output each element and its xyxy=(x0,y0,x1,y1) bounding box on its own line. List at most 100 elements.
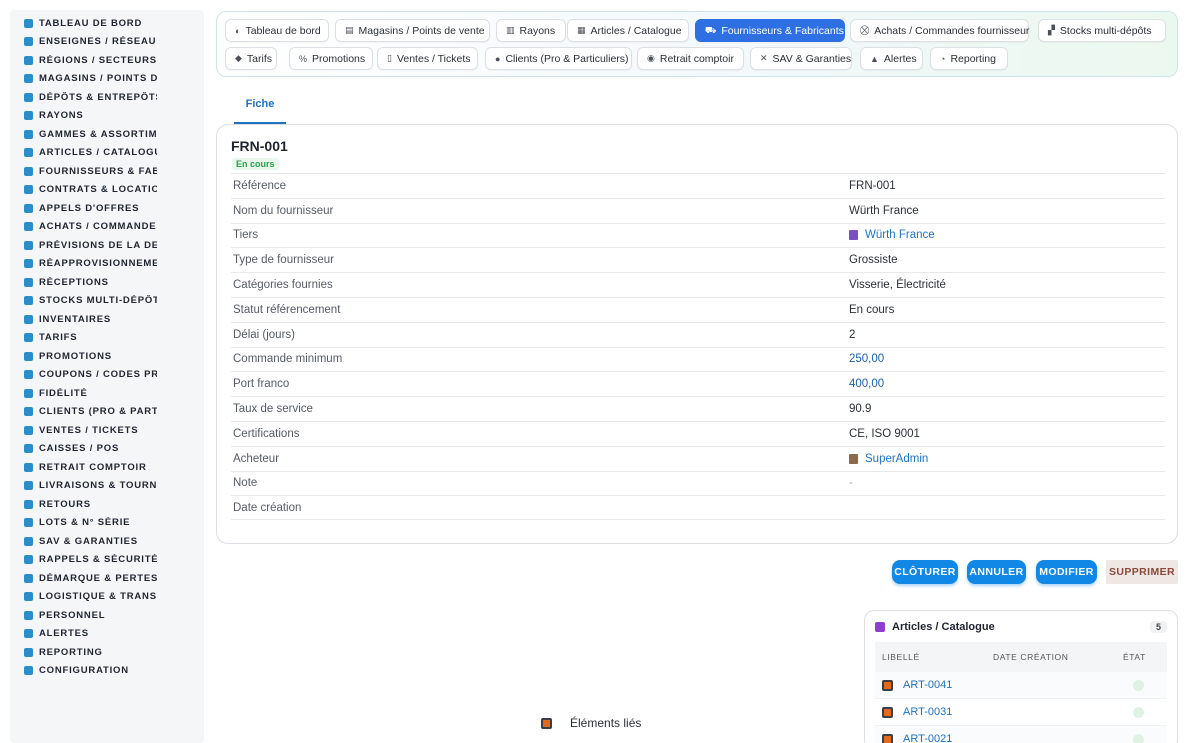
tab-label: Achats / Commandes fournisseur xyxy=(874,24,1030,37)
tab-label: Tableau de bord xyxy=(245,24,321,37)
column-header-etat[interactable]: État xyxy=(1123,652,1167,662)
refresh-icon xyxy=(24,259,33,269)
sidebar-item[interactable]: RÉAPPROVISIONNEMENT xyxy=(10,255,204,274)
sidebar-item[interactable]: CONFIGURATION xyxy=(10,662,204,681)
sidebar-item[interactable]: LIVRAISONS & TOURNÉES xyxy=(10,477,204,496)
receipt-icon xyxy=(24,425,33,435)
table-row[interactable]: ART-0031 xyxy=(875,699,1167,726)
column-header-date[interactable]: Date création xyxy=(993,652,1123,662)
field-label: Date création xyxy=(233,501,302,514)
table-row[interactable]: ART-0021 xyxy=(875,726,1167,743)
sidebar-item[interactable]: APPELS D'OFFRES xyxy=(10,199,204,218)
sidebar-item[interactable]: FIDÉLITÉ xyxy=(10,384,204,403)
sidebar-item[interactable]: TABLEAU DE BORD xyxy=(10,14,204,33)
field-row: Statut référencement En cours xyxy=(231,296,1165,322)
edit-button[interactable]: MODIFIER xyxy=(1036,560,1097,584)
sidebar-item[interactable]: LOTS & N° SÉRIE xyxy=(10,514,204,533)
sidebar-item[interactable]: COUPONS / CODES PROMO xyxy=(10,366,204,385)
sidebar-item[interactable]: LOGISTIQUE & TRANSPORT xyxy=(10,588,204,607)
sidebar-item-label: RAYONS xyxy=(39,110,84,122)
tools-icon xyxy=(24,536,33,546)
module-tab[interactable]: ⛒ Achats / Commandes fournisseur xyxy=(850,19,1029,42)
module-tab[interactable]: ⛟ Fournisseurs & Fabricants xyxy=(695,19,845,42)
car-icon xyxy=(24,462,33,472)
sidebar-item[interactable]: STOCKS MULTI-DÉPÔTS xyxy=(10,292,204,311)
module-tab[interactable]: ◆ Tarifs xyxy=(225,47,277,70)
sidebar-item-label: LIVRAISONS & TOURNÉES xyxy=(39,480,157,492)
module-tab[interactable]: ◐ Tableau de bord xyxy=(225,19,329,42)
field-label: Statut référencement xyxy=(233,303,341,316)
sidebar-item[interactable]: ENSEIGNES / RÉSEAU xyxy=(10,33,204,52)
field-value[interactable]: Würth France xyxy=(849,229,935,241)
module-tab[interactable]: ▯ Ventes / Tickets xyxy=(377,47,478,70)
field-label: Certifications xyxy=(233,427,300,440)
tab-icon: ✕ xyxy=(760,53,768,63)
sidebar-item[interactable]: RÉGIONS / SECTEURS xyxy=(10,51,204,70)
tab-icon: ● xyxy=(495,53,501,64)
module-tab[interactable]: % Promotions xyxy=(289,47,373,70)
module-tab[interactable]: ▦ Articles / Catalogue xyxy=(567,19,689,42)
module-tab[interactable]: ▤ Magasins / Points de vente xyxy=(335,19,490,42)
close-button[interactable]: CLÔTURER xyxy=(892,560,958,584)
table-row[interactable]: ART-0041 xyxy=(875,672,1167,699)
sidebar-item[interactable]: FOURNISSEURS & FABRICANTS xyxy=(10,162,204,181)
sidebar-item[interactable]: REPORTING xyxy=(10,643,204,662)
sidebar-item[interactable]: ARTICLES / CATALOGUE xyxy=(10,144,204,163)
sidebar-item-label: ENSEIGNES / RÉSEAU xyxy=(39,36,157,48)
sidebar-item[interactable]: RÉCEPTIONS xyxy=(10,273,204,292)
module-tab[interactable]: ● Clients (Pro & Particuliers) xyxy=(485,47,632,70)
status-dot xyxy=(1133,733,1144,743)
sidebar-item[interactable]: DÉMARQUE & PERTES xyxy=(10,569,204,588)
sidebar-item[interactable]: RAYONS xyxy=(10,107,204,126)
sidebar-item[interactable]: PERSONNEL xyxy=(10,606,204,625)
tab-icon: ▦ xyxy=(577,25,586,35)
field-value-text: 250,00 xyxy=(849,353,885,366)
module-tab[interactable]: ✕ SAV & Garanties xyxy=(750,47,852,70)
module-tab[interactable]: ▞ Stocks multi-dépôts xyxy=(1038,19,1166,42)
sidebar-item[interactable]: ALERTES xyxy=(10,625,204,644)
sidebar-item[interactable]: RETOURS xyxy=(10,495,204,514)
sidebar-item-label: DÉMARQUE & PERTES xyxy=(39,572,157,584)
sidebar-item[interactable]: PROMOTIONS xyxy=(10,347,204,366)
sidebar-item[interactable]: VENTES / TICKETS xyxy=(10,421,204,440)
tab-icon: ◔ xyxy=(940,53,946,64)
module-tab[interactable]: ◉ Retrait comptoir xyxy=(637,47,744,70)
sidebar-item[interactable]: RAPPELS & SÉCURITÉ xyxy=(10,551,204,570)
tab-fiche[interactable]: Fiche xyxy=(234,96,286,124)
tab-label: Clients (Pro & Particuliers) xyxy=(505,52,629,65)
sidebar-item[interactable]: TARIFS xyxy=(10,329,204,348)
sidebar-item[interactable]: ACHATS / COMMANDES FOURNISSEUR xyxy=(10,218,204,237)
sidebar-item-label: GAMMES & ASSORTIMENTS xyxy=(39,128,157,140)
field-value[interactable]: SuperAdmin xyxy=(849,453,928,465)
delivery-icon xyxy=(24,481,33,491)
sidebar-item[interactable]: GAMMES & ASSORTIMENTS xyxy=(10,125,204,144)
sidebar-item-label: COUPONS / CODES PROMO xyxy=(39,369,157,381)
related-panel-header: Articles / Catalogue xyxy=(875,621,995,633)
field-value-text: SuperAdmin xyxy=(865,452,929,465)
sidebar-item-label: FIDÉLITÉ xyxy=(39,387,88,399)
clipboard-icon xyxy=(24,314,33,324)
sidebar-item[interactable]: MAGASINS / POINTS DE VENTE xyxy=(10,70,204,89)
module-tab[interactable]: ◔ Reporting xyxy=(930,47,1008,70)
sidebar-item[interactable]: INVENTAIRES xyxy=(10,310,204,329)
module-tab-bar: ◐ Tableau de bord ▤ Magasins / Points de ve… xyxy=(216,11,1178,77)
sidebar-item[interactable]: CLIENTS (PRO & PARTICULIERS) xyxy=(10,403,204,422)
sidebar-item[interactable]: SAV & GARANTIES xyxy=(10,532,204,551)
column-header-libelle[interactable]: Libellé xyxy=(875,652,993,662)
tab-icon: ◉ xyxy=(647,53,655,63)
sidebar-item[interactable]: CONTRATS & LOCATION xyxy=(10,181,204,200)
sidebar-item[interactable]: RETRAIT COMPTOIR xyxy=(10,458,204,477)
sidebar-item[interactable]: CAISSES / POS xyxy=(10,440,204,459)
user-icon xyxy=(849,453,858,464)
module-tab[interactable]: ▥ Rayons xyxy=(496,19,566,42)
module-tab[interactable]: ▲ Alertes xyxy=(860,47,923,70)
article-link[interactable]: ART-0041 xyxy=(903,679,1103,691)
sidebar-item[interactable]: PRÉVISIONS DE LA DEMANDE xyxy=(10,236,204,255)
article-link[interactable]: ART-0031 xyxy=(903,706,1103,718)
store-icon xyxy=(24,74,33,84)
sidebar-item-label: CAISSES / POS xyxy=(39,443,120,455)
sidebar-item[interactable]: DÉPÔTS & ENTREPÔTS xyxy=(10,88,204,107)
delete-button[interactable]: SUPPRIMER xyxy=(1106,560,1178,584)
cancel-button[interactable]: ANNULER xyxy=(967,560,1026,584)
article-link[interactable]: ART-0021 xyxy=(903,733,1103,743)
